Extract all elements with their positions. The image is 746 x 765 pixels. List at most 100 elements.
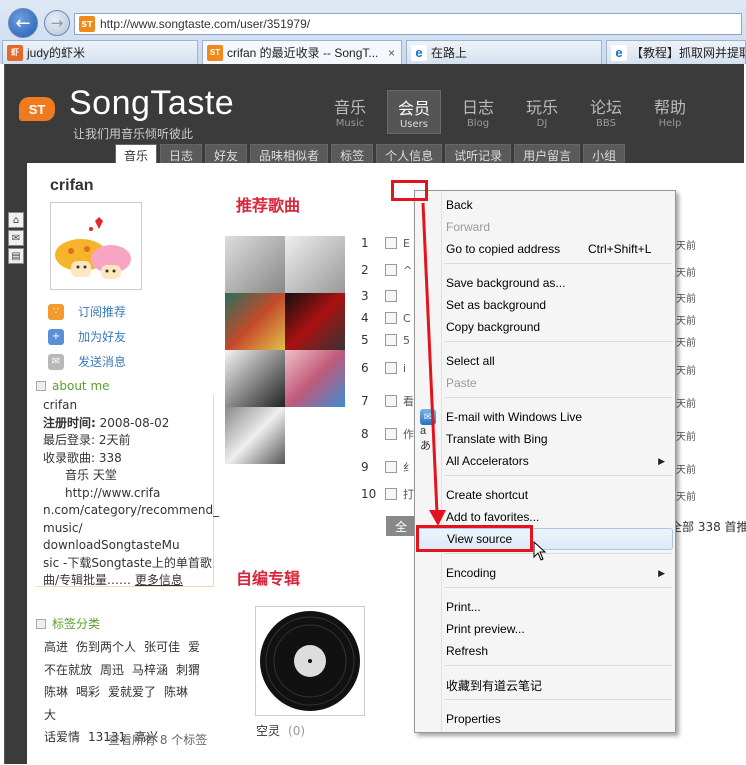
- menu-item-go-to-copied-address[interactable]: Go to copied address Ctrl+Shift+L: [415, 238, 675, 260]
- tag[interactable]: 爱: [188, 640, 200, 654]
- subtab-tags[interactable]: 标签: [331, 144, 374, 164]
- song-checkbox[interactable]: [385, 461, 397, 473]
- photo-thumb[interactable]: [285, 293, 345, 350]
- subtab-groups[interactable]: 小组: [583, 144, 626, 164]
- subtab-friends[interactable]: 好友: [205, 144, 248, 164]
- subtab-music[interactable]: 音乐: [115, 144, 158, 164]
- menu-item-refresh[interactable]: Refresh: [415, 640, 675, 662]
- tag[interactable]: 周迅: [100, 663, 124, 677]
- song-checkbox[interactable]: [385, 395, 397, 407]
- address-bar[interactable]: ST http://www.songtaste.com/user/351979/: [74, 13, 742, 35]
- tag[interactable]: 爱就爱了: [108, 685, 156, 699]
- translate-icon: aあ: [420, 425, 431, 452]
- tab-tutorial[interactable]: e 【教程】抓取网并提取: [606, 40, 746, 64]
- site-logo-text[interactable]: SongTaste: [69, 84, 234, 123]
- albums-title: 自编专辑: [236, 569, 301, 588]
- select-all-button[interactable]: 全: [386, 516, 416, 536]
- subtab-history[interactable]: 试听记录: [445, 144, 512, 164]
- close-tab-icon[interactable]: ×: [388, 46, 395, 60]
- menu-item-encoding[interactable]: Encoding ▶: [415, 562, 675, 584]
- menu-item-save-to-youdao[interactable]: 收藏到有道云笔记: [415, 674, 675, 696]
- menu-item-translate-bing[interactable]: aあ Translate with Bing: [415, 425, 675, 452]
- tag[interactable]: 高进: [44, 640, 68, 654]
- topnav-help[interactable]: 帮助 Help: [643, 90, 697, 134]
- topnav-label: 帮助: [653, 98, 686, 117]
- topnav-music[interactable]: 音乐 Music: [323, 90, 377, 134]
- song-checkbox[interactable]: [385, 312, 397, 324]
- song-title[interactable]: E: [403, 237, 410, 250]
- send-message-link[interactable]: ✉ 发送消息: [48, 353, 126, 370]
- menu-item-all-accelerators[interactable]: All Accelerators ▶: [415, 450, 675, 472]
- register-label: 注册时间:: [43, 415, 96, 430]
- menu-item-save-background[interactable]: Save background as...: [415, 272, 675, 294]
- tag[interactable]: 伤到两个人: [76, 640, 136, 654]
- song-title[interactable]: 看: [403, 393, 414, 409]
- menu-item-select-all[interactable]: Select all: [415, 350, 675, 372]
- song-checkbox[interactable]: [385, 290, 397, 302]
- subtab-blog[interactable]: 日志: [160, 144, 203, 164]
- subtab-messages[interactable]: 用户留言: [514, 144, 581, 164]
- tag[interactable]: 张可佳: [144, 640, 180, 654]
- photo-thumb[interactable]: [225, 236, 285, 293]
- bookmark-icon[interactable]: ▤: [8, 248, 24, 264]
- topnav-dj[interactable]: 玩乐 DJ: [515, 90, 569, 134]
- menu-item-print[interactable]: Print...: [415, 596, 675, 618]
- view-all-tags-link[interactable]: 查看所有 8 个标签: [108, 731, 207, 748]
- tag[interactable]: 刺猬: [176, 663, 200, 677]
- menu-item-back[interactable]: Back: [415, 194, 675, 216]
- subscribe-link[interactable]: ∵ 订阅推荐: [48, 303, 126, 320]
- tab-zailushang[interactable]: e 在路上: [406, 40, 602, 64]
- songtaste-logo-icon[interactable]: ST: [19, 97, 55, 121]
- send-message-label: 发送消息: [78, 355, 127, 369]
- more-info-link[interactable]: 更多信息: [135, 573, 183, 587]
- song-title[interactable]: 纟: [403, 459, 414, 475]
- tab-judy[interactable]: 虾 judy的虾米: [2, 40, 198, 64]
- back-button[interactable]: ←: [8, 8, 38, 38]
- song-checkbox[interactable]: [385, 488, 397, 500]
- tag[interactable]: 陈琳: [164, 685, 188, 699]
- menu-item-print-preview[interactable]: Print preview...: [415, 618, 675, 640]
- photo-thumb[interactable]: [225, 407, 285, 464]
- photo-thumb[interactable]: [285, 236, 345, 293]
- song-title[interactable]: C: [403, 312, 411, 325]
- subtab-info[interactable]: 个人信息: [376, 144, 443, 164]
- album-cover[interactable]: [255, 606, 365, 716]
- menu-item-create-shortcut[interactable]: Create shortcut: [415, 484, 675, 506]
- topnav-users[interactable]: 会员 Users: [387, 90, 441, 134]
- song-checkbox[interactable]: [385, 264, 397, 276]
- album-name[interactable]: 空灵: [256, 724, 280, 738]
- add-friend-link[interactable]: + 加为好友: [48, 328, 126, 345]
- tag[interactable]: 喝彩: [76, 685, 100, 699]
- menu-item-email-windows-live[interactable]: ✉ E-mail with Windows Live: [415, 406, 675, 428]
- song-title[interactable]: 5: [403, 334, 410, 347]
- address-text[interactable]: http://www.songtaste.com/user/351979/: [100, 17, 310, 31]
- topnav-bbs[interactable]: 论坛 BBS: [579, 90, 633, 134]
- photo-thumb[interactable]: [285, 350, 345, 407]
- song-title[interactable]: 作: [403, 426, 414, 442]
- menu-item-set-as-background[interactable]: Set as background: [415, 294, 675, 316]
- photo-thumb[interactable]: [225, 293, 285, 350]
- song-checkbox[interactable]: [385, 237, 397, 249]
- song-title[interactable]: i: [403, 362, 406, 375]
- forward-button[interactable]: →: [44, 10, 70, 36]
- menu-item-copy-background[interactable]: Copy background: [415, 316, 675, 338]
- mail-icon[interactable]: ✉: [8, 230, 24, 246]
- recommend-photo-grid: [225, 236, 345, 464]
- tag[interactable]: 大: [44, 708, 56, 722]
- photo-thumb[interactable]: [225, 350, 285, 407]
- song-title[interactable]: ^: [403, 264, 412, 277]
- tag[interactable]: 不在就放: [44, 663, 92, 677]
- song-checkbox[interactable]: [385, 428, 397, 440]
- song-title[interactable]: 打: [403, 486, 414, 502]
- tab-crifan[interactable]: ST crifan 的最近收录 -- SongT... ×: [202, 40, 402, 64]
- menu-item-properties[interactable]: Properties: [415, 708, 675, 730]
- home-icon[interactable]: ⌂: [8, 212, 24, 228]
- song-checkbox[interactable]: [385, 362, 397, 374]
- song-checkbox[interactable]: [385, 334, 397, 346]
- tag[interactable]: 陈琳: [44, 685, 68, 699]
- tag[interactable]: 话爱情: [44, 730, 80, 744]
- all-recommended-link[interactable]: 全部 338 首推: [670, 518, 746, 535]
- subtab-similar[interactable]: 品味相似者: [250, 144, 329, 164]
- topnav-blog[interactable]: 日志 Blog: [451, 90, 505, 134]
- tag[interactable]: 马梓涵: [132, 663, 168, 677]
